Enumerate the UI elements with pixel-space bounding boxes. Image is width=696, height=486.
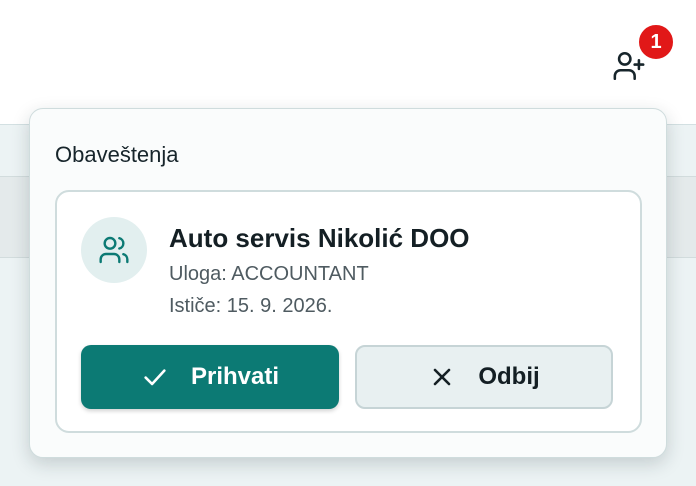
role-text: Uloga: ACCOUNTANT [169, 263, 369, 285]
company-avatar [81, 217, 147, 283]
decline-label: Odbij [478, 363, 540, 390]
check-icon [144, 369, 166, 386]
company-name: Auto servis Nikolić DOO [169, 223, 470, 253]
notification-count-badge: 1 [636, 22, 676, 62]
invitation-card: Auto servis Nikolić DOO Uloga: ACCOUNTAN… [55, 190, 642, 433]
expiry-text: Ističe: 15. 9. 2026. [169, 295, 333, 317]
accept-label: Prihvati [190, 363, 280, 390]
top-bar [0, 0, 696, 125]
popover-title: Obaveštenja [55, 142, 179, 167]
users-icon [99, 236, 129, 264]
decline-button[interactable]: Odbij [355, 345, 613, 409]
notifications-popover: Obaveštenja Auto servis Nikolić DOO Ulog… [29, 108, 667, 458]
close-icon [434, 368, 451, 386]
accept-button[interactable]: Prihvati [81, 345, 339, 409]
